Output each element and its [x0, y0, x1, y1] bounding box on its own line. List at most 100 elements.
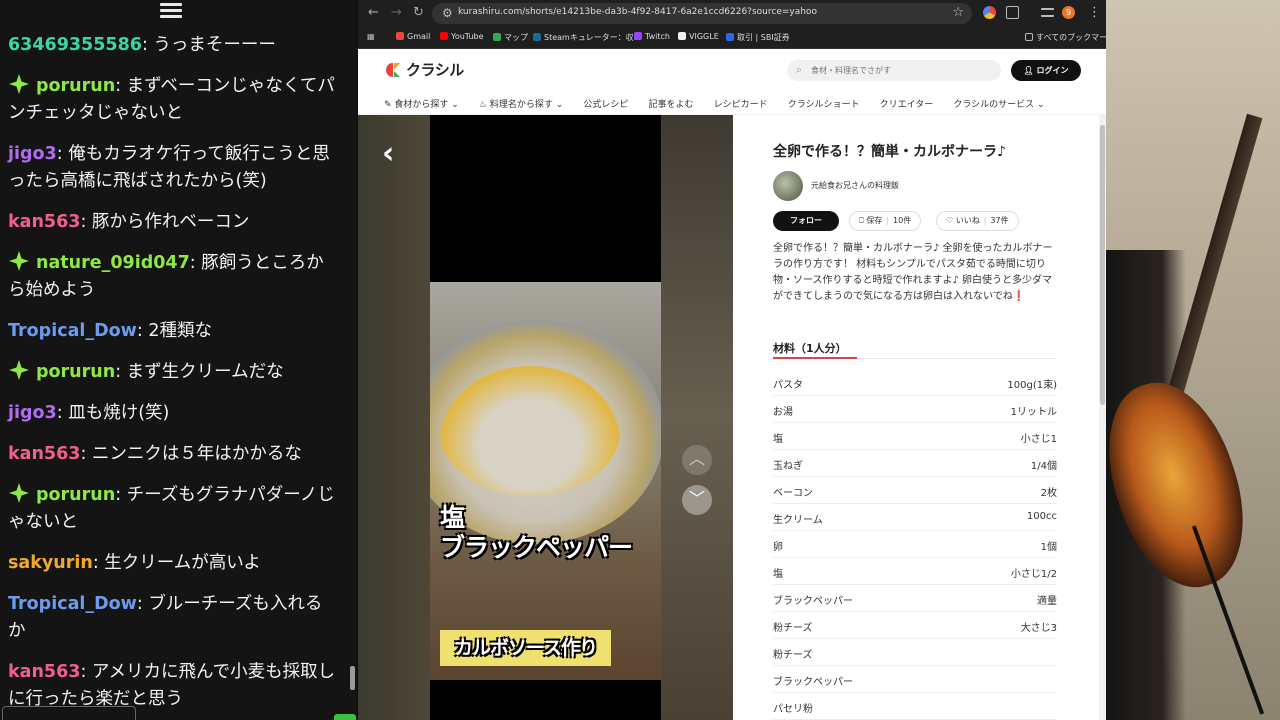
chat-username[interactable]: Tropical_Dow	[8, 594, 137, 614]
site-search[interactable]: ⌕	[787, 60, 1001, 81]
login-label: ログイン	[1036, 66, 1069, 75]
recipe-panel: 全卵で作る！？簡単・カルボナーラ♪ 元給食お兄さんの料理飯 フォロー ⎕ 保存 |…	[733, 115, 1100, 720]
nav-label: 食材から探す	[394, 100, 449, 110]
nav-item[interactable]: ✎ 食材から探す ⌄	[384, 97, 459, 110]
chat-message-list: 63469355586: うっまそーーー porurun: まずベーコンじゃなくて…	[8, 32, 338, 720]
bookmark-sbi[interactable]: 取引 | SBI証券	[726, 32, 790, 43]
chat-username[interactable]: jigo3	[8, 144, 57, 164]
ingredient-quantity: 100cc	[1026, 511, 1057, 522]
extensions-puzzle-icon[interactable]	[1006, 6, 1019, 19]
avatar[interactable]	[773, 171, 803, 201]
nav-item[interactable]: 公式レシピ	[583, 97, 628, 110]
ingredient-name: 塩	[773, 569, 783, 580]
chat-text: うっまそーーー	[153, 35, 276, 55]
bookmark-star-icon[interactable]: ☆	[952, 5, 964, 20]
sbi-icon	[726, 33, 734, 41]
kurashiru-logo-icon	[386, 63, 400, 77]
chevron-down-icon[interactable]: ﹀	[682, 485, 712, 515]
apps-grid-icon[interactable]: ▦	[367, 32, 375, 41]
twitch-icon	[634, 32, 642, 40]
chevron-up-icon[interactable]: ︿	[682, 445, 712, 475]
ingredient-row: パセリ粉	[773, 693, 1057, 720]
nav-item[interactable]: クリエイター	[880, 97, 934, 110]
chat-username[interactable]: kan563	[8, 444, 80, 464]
back-icon[interactable]: ←	[368, 5, 379, 20]
sparkle-badge-icon	[9, 251, 29, 271]
chat-username[interactable]: porurun	[36, 362, 115, 382]
search-input[interactable]	[811, 63, 991, 78]
bookmark-youtube[interactable]: YouTube	[440, 32, 484, 41]
chat-input-box[interactable]	[2, 706, 136, 720]
chat-text: まず生クリームだな	[126, 362, 284, 382]
ingredients-title: 材料（1人分）	[773, 342, 847, 355]
chat-message: sakyurin: 生クリームが高いよ	[8, 553, 261, 573]
chat-username[interactable]: jigo3	[8, 403, 57, 423]
save-label: 保存	[866, 216, 883, 225]
pencil-icon: ✎	[384, 100, 395, 110]
menu-kebab-icon[interactable]: ⋮	[1088, 5, 1101, 20]
ingredient-quantity: 小さじ1	[1020, 434, 1057, 445]
bookmark-twitch[interactable]: Twitch	[634, 32, 670, 41]
follow-button[interactable]: フォロー	[773, 211, 839, 231]
bookmark-viggle[interactable]: VIGGLE	[678, 32, 719, 41]
chat-username[interactable]: kan563	[8, 662, 80, 682]
site-logo-text: クラシル	[406, 61, 464, 79]
author-name[interactable]: 元給食お兄さんの料理飯	[811, 180, 899, 191]
chat-username[interactable]: nature_09id047	[36, 253, 190, 273]
profile-avatar[interactable]: 9	[1062, 6, 1075, 19]
nav-label: 料理名から探す	[489, 100, 553, 110]
page-scrollbar[interactable]	[1099, 115, 1106, 720]
ingredient-row: 卵 1個	[773, 531, 1057, 558]
menu-icon[interactable]	[160, 0, 182, 20]
chat-message: jigo3: 俺もカラオケ行って飯行こうと思ったら高橋に飛ばされたから(笑)	[8, 144, 330, 191]
ingredient-name: 粉チーズ	[773, 650, 813, 661]
chat-message: kan563: アメリカに飛んで小麦も採取しに行ったら楽だと思う	[8, 662, 336, 709]
chat-scrollbar[interactable]	[350, 666, 355, 690]
bookmark-steam[interactable]: Steamキュレーター：収...	[533, 32, 641, 43]
chevron-left-icon[interactable]: ‹	[382, 136, 394, 171]
ingredient-quantity: 大さじ3	[1020, 623, 1057, 634]
chat-text: 皿も焼け(笑)	[68, 403, 170, 423]
chat-username[interactable]: sakyurin	[8, 553, 93, 573]
nav-item[interactable]: クラシルのサービス ⌄	[953, 97, 1044, 110]
bookmark-label: マップ	[504, 33, 528, 42]
nav-item[interactable]: レシピカード	[714, 97, 768, 110]
chat-send-button[interactable]	[334, 714, 356, 720]
heart-icon: ♡	[946, 216, 956, 225]
chat-username[interactable]: Tropical_Dow	[8, 321, 137, 341]
nav-item[interactable]: 記事をよむ	[648, 97, 693, 110]
forward-icon[interactable]: →	[391, 5, 402, 20]
bookmark-folder-all[interactable]: すべてのブックマーク	[1025, 32, 1106, 43]
nav-item[interactable]: ♨ 料理名から探す ⌄	[479, 97, 563, 110]
ingredient-row: ブラックペッパー	[773, 666, 1057, 693]
ingredient-name: 粉チーズ	[773, 623, 813, 634]
nav-item[interactable]: クラシルショート	[788, 97, 860, 110]
login-button[interactable]: 👤︎ ログイン	[1011, 60, 1081, 81]
chat-username[interactable]: 63469355586	[8, 35, 142, 55]
ingredient-row: ブラックペッパー 適量	[773, 585, 1057, 612]
ingredient-quantity: 100g(1束)	[1007, 380, 1057, 391]
chat-username[interactable]: kan563	[8, 212, 80, 232]
extension-icon[interactable]	[983, 6, 996, 19]
save-button[interactable]: ⎕ 保存 | 10件	[849, 211, 922, 231]
bookmark-gmail[interactable]: Gmail	[396, 32, 430, 41]
site-info-icon[interactable]: ⚙	[442, 6, 453, 20]
chat-text: 生クリームが高いよ	[104, 553, 261, 573]
chat-message: kan563: ニンニクは５年はかかるな	[8, 444, 302, 464]
chat-username[interactable]: porurun	[36, 485, 115, 505]
bookmark-maps[interactable]: マップ	[493, 32, 528, 43]
ingredient-row: 塩 小さじ1/2	[773, 558, 1057, 585]
ingredient-row: 玉ねぎ 1/4個	[773, 450, 1057, 477]
ingredient-name: パセリ粉	[773, 704, 813, 715]
bookmark-label: 取引 | SBI証券	[737, 33, 790, 42]
video-player[interactable]: 塩ブラックペッパー カルボソース作り	[430, 115, 661, 720]
reload-icon[interactable]: ↻	[413, 5, 424, 20]
chat-panel: 63469355586: うっまそーーー porurun: まずベーコンじゃなくて…	[0, 0, 357, 720]
media-control-icon[interactable]	[1041, 8, 1054, 17]
like-button[interactable]: ♡ いいね | 37件	[936, 211, 1019, 231]
address-bar[interactable]: ⚙ kurashiru.com/shorts/e14213be-da3b-4f9…	[432, 3, 972, 24]
chat-username[interactable]: porurun	[36, 76, 115, 96]
chat-text: 2種類な	[148, 321, 212, 341]
ingredient-name: パスタ	[773, 380, 803, 391]
chat-message: jigo3: 皿も焼け(笑)	[8, 403, 170, 423]
